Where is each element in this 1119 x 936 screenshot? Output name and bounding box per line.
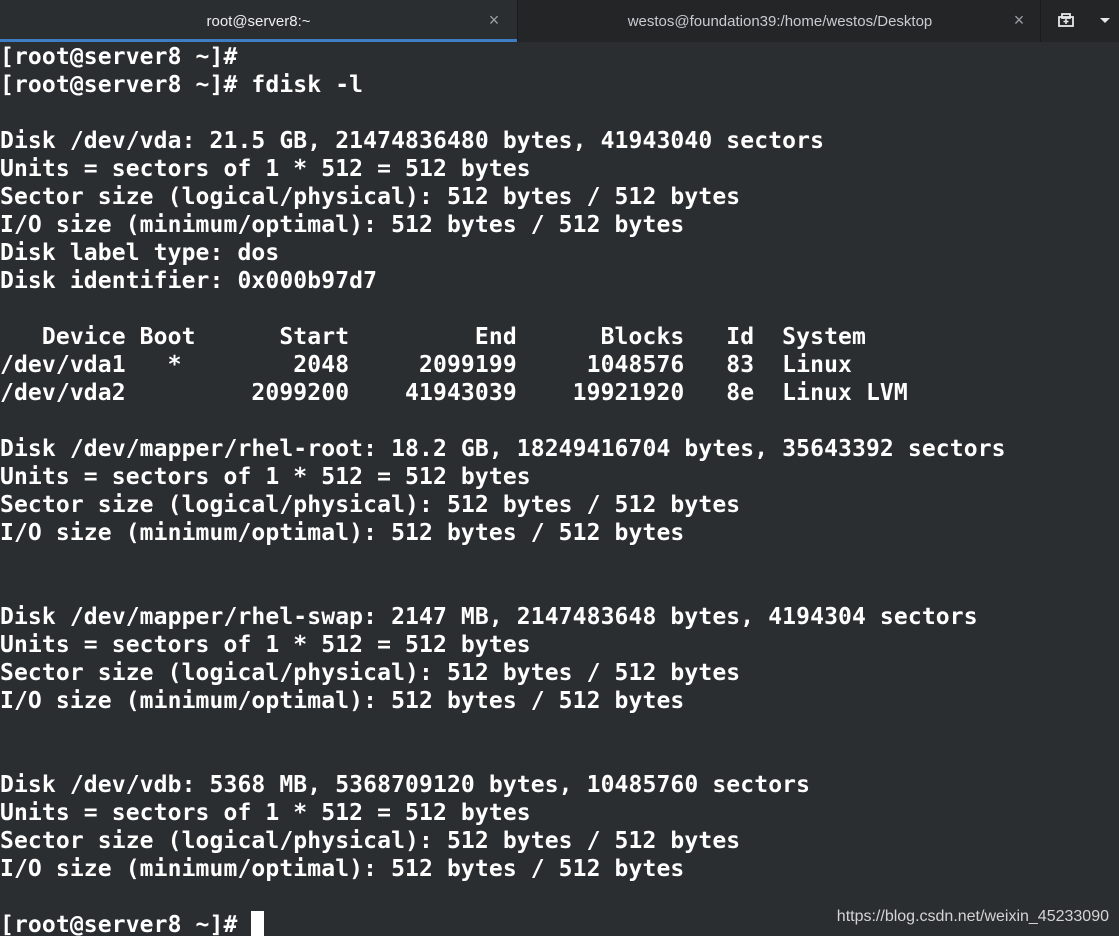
close-icon[interactable]: × <box>485 11 503 29</box>
terminal-line: Sector size (logical/physical): 512 byte… <box>0 184 741 210</box>
new-tab-icon[interactable] <box>1041 0 1091 42</box>
terminal-line: I/O size (minimum/optimal): 512 bytes / … <box>0 212 685 238</box>
terminal-line: I/O size (minimum/optimal): 512 bytes / … <box>0 520 685 546</box>
tab-root-server8[interactable]: root@server8:~ × <box>0 0 517 42</box>
watermark: https://blog.csdn.net/weixin_45233090 <box>836 908 1109 925</box>
terminal-line: Sector size (logical/physical): 512 byte… <box>0 492 741 518</box>
prompt-line[interactable]: [root@server8 ~]# <box>0 911 265 936</box>
terminal-line: Disk /dev/vdb: 5368 MB, 5368709120 bytes… <box>0 772 811 798</box>
terminal-line: /dev/vda1 * 2048 2099199 1048576 83 Linu… <box>0 352 852 378</box>
chevron-down-icon[interactable] <box>1091 0 1119 42</box>
terminal-line: I/O size (minimum/optimal): 512 bytes / … <box>0 688 685 714</box>
terminal-line: Sector size (logical/physical): 512 byte… <box>0 828 741 854</box>
terminal-line: /dev/vda2 2099200 41943039 19921920 8e L… <box>0 380 908 406</box>
text-cursor <box>251 911 265 936</box>
terminal-line: Disk /dev/mapper/rhel-swap: 2147 MB, 214… <box>0 604 978 630</box>
terminal-line: Units = sectors of 1 * 512 = 512 bytes <box>0 464 531 490</box>
terminal-line: Sector size (logical/physical): 512 byte… <box>0 660 741 686</box>
terminal-line: Disk identifier: 0x000b97d7 <box>0 268 378 294</box>
tab-label: root@server8:~ <box>206 12 311 30</box>
terminal-output[interactable]: [root@server8 ~]# [root@server8 ~]# fdis… <box>0 42 1119 936</box>
close-icon[interactable]: × <box>1010 11 1028 29</box>
tab-label: westos@foundation39:/home/westos/Desktop <box>627 12 933 30</box>
tab-actions <box>1040 0 1119 42</box>
terminal-line: Device Boot Start End Blocks Id System <box>0 324 866 350</box>
terminal-line: Disk /dev/vda: 21.5 GB, 21474836480 byte… <box>0 128 825 154</box>
terminal-line: Units = sectors of 1 * 512 = 512 bytes <box>0 800 531 826</box>
terminal-line: Disk /dev/mapper/rhel-root: 18.2 GB, 182… <box>0 436 1006 462</box>
tab-bar: root@server8:~ × westos@foundation39:/ho… <box>0 0 1119 42</box>
terminal-line: Units = sectors of 1 * 512 = 512 bytes <box>0 632 531 658</box>
tab-westos-foundation39[interactable]: westos@foundation39:/home/westos/Desktop… <box>517 0 1042 42</box>
terminal-line: Disk label type: dos <box>0 240 280 266</box>
terminal-line: [root@server8 ~]# fdisk -l <box>0 72 364 98</box>
prompt: [root@server8 ~]# <box>0 912 252 936</box>
terminal-line: I/O size (minimum/optimal): 512 bytes / … <box>0 856 685 882</box>
terminal-line: [root@server8 ~]# <box>0 44 238 70</box>
terminal-line: Units = sectors of 1 * 512 = 512 bytes <box>0 156 531 182</box>
